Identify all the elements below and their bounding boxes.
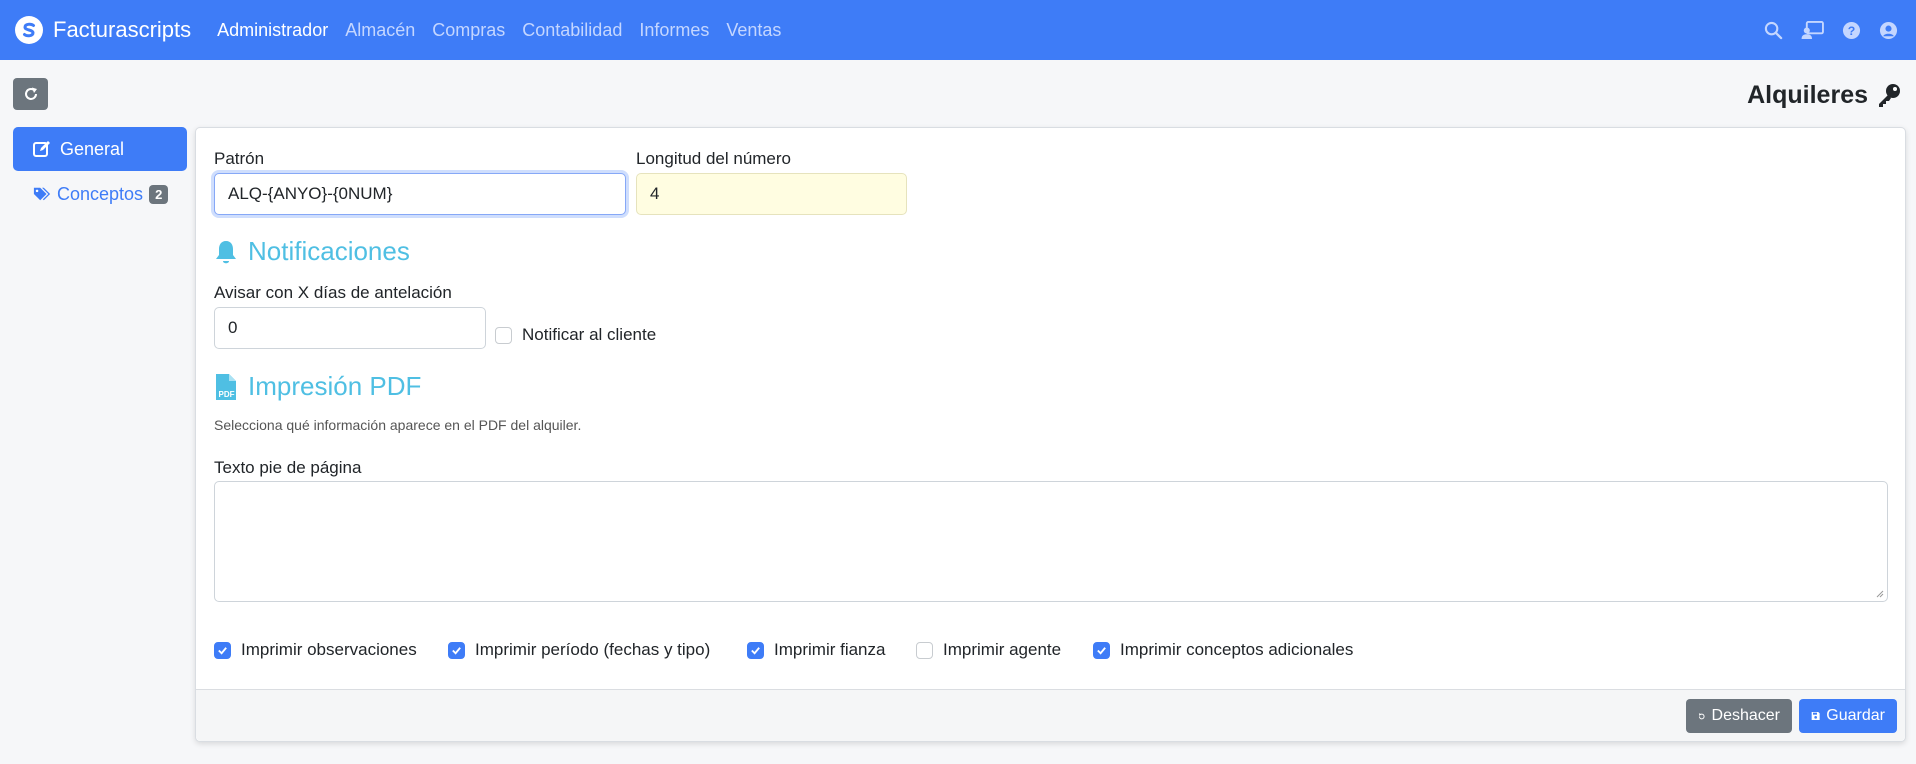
menu-item-compras[interactable]: Compras xyxy=(432,20,505,41)
search-icon[interactable] xyxy=(1764,21,1783,40)
checkbox-label: Imprimir observaciones xyxy=(241,640,417,659)
dias-antelacion-label: Avisar con X días de antelación xyxy=(214,283,452,302)
navbar-icons: ? xyxy=(1746,0,1898,60)
resize-grip-icon[interactable] xyxy=(1876,590,1884,598)
menu-item-contabilidad[interactable]: Contabilidad xyxy=(522,20,622,41)
checkbox-box[interactable] xyxy=(1093,641,1110,659)
checkbox-box[interactable] xyxy=(448,641,465,659)
svg-text:PDF: PDF xyxy=(219,390,235,399)
refresh-button[interactable] xyxy=(13,78,48,110)
checkbox-label: Imprimir conceptos adicionales xyxy=(1120,640,1354,659)
key-icon xyxy=(1879,84,1900,107)
checkbox-label: Imprimir período (fechas y tipo) xyxy=(475,640,711,659)
longitud-label: Longitud del número xyxy=(636,149,792,168)
pdf-help-text: Selecciona qué información aparece en el… xyxy=(214,417,582,433)
check-icon xyxy=(452,646,461,655)
checkbox-label: Imprimir agente xyxy=(943,640,1062,659)
brand[interactable]: Facturascripts xyxy=(15,16,191,44)
file-pdf-icon: PDF xyxy=(216,373,236,400)
facturascripts-logo-icon xyxy=(15,16,43,44)
main-menu: Administrador Almacén Compras Contabilid… xyxy=(217,20,798,41)
check-icon xyxy=(218,646,227,655)
save-button[interactable]: Guardar xyxy=(1799,699,1897,733)
top-navbar: Facturascripts Administrador Almacén Com… xyxy=(0,0,1916,60)
page-title: Alquileres xyxy=(1747,78,1902,112)
menu-item-administrador[interactable]: Administrador xyxy=(217,20,328,41)
footer-text-textarea[interactable] xyxy=(214,481,1888,602)
chat-users-icon[interactable] xyxy=(1801,20,1824,40)
notificaciones-heading: Notificaciones xyxy=(214,236,410,267)
svg-text:?: ? xyxy=(1848,23,1856,37)
undo-button[interactable]: Deshacer xyxy=(1686,699,1792,733)
check-icon xyxy=(1097,646,1106,655)
checkbox-box[interactable] xyxy=(916,641,933,659)
sidebar-item-label: Conceptos xyxy=(57,183,144,204)
edit-form-card: Patrón Longitud del número Notificacione… xyxy=(195,127,1906,742)
save-icon xyxy=(1811,712,1820,720)
footer-text-label: Texto pie de página xyxy=(214,458,362,477)
tags-icon xyxy=(33,187,51,201)
imprimir-conceptos-checkbox[interactable]: Imprimir conceptos adicionales xyxy=(1093,640,1353,660)
help-icon[interactable]: ? xyxy=(1842,21,1861,40)
menu-item-almacen[interactable]: Almacén xyxy=(345,20,415,41)
sidebar-item-label: General xyxy=(60,138,125,159)
user-icon[interactable] xyxy=(1879,21,1898,40)
sidebar-item-general[interactable]: General xyxy=(13,127,187,171)
check-icon xyxy=(751,646,760,655)
checkbox-box[interactable] xyxy=(214,641,231,659)
patron-input[interactable] xyxy=(214,173,626,215)
checkbox-box[interactable] xyxy=(747,641,764,659)
checkbox-label: Imprimir fianza xyxy=(774,640,886,659)
card-footer: Deshacer Guardar xyxy=(196,689,1905,741)
sidebar-item-conceptos[interactable]: Conceptos 2 xyxy=(33,182,169,206)
count-badge: 2 xyxy=(149,184,169,204)
patron-label: Patrón xyxy=(214,149,265,168)
impresion-pdf-heading: PDF Impresión PDF xyxy=(214,371,421,402)
edit-icon xyxy=(33,141,50,157)
imprimir-fianza-checkbox[interactable]: Imprimir fianza xyxy=(747,640,885,660)
refresh-icon xyxy=(24,87,37,100)
imprimir-observaciones-checkbox[interactable]: Imprimir observaciones xyxy=(214,640,417,660)
longitud-input[interactable] xyxy=(636,173,907,215)
brand-name: Facturascripts xyxy=(53,17,192,42)
imprimir-periodo-checkbox[interactable]: Imprimir período (fechas y tipo) xyxy=(448,640,710,660)
checkbox-box[interactable] xyxy=(495,326,512,344)
bell-icon xyxy=(216,240,236,263)
checkbox-label: Notificar al cliente xyxy=(522,325,657,344)
menu-item-ventas[interactable]: Ventas xyxy=(726,20,781,41)
undo-icon xyxy=(1698,712,1705,719)
notificar-cliente-checkbox[interactable]: Notificar al cliente xyxy=(495,325,656,345)
dias-antelacion-input[interactable] xyxy=(214,307,486,349)
imprimir-agente-checkbox[interactable]: Imprimir agente xyxy=(916,640,1061,660)
menu-item-informes[interactable]: Informes xyxy=(639,20,709,41)
